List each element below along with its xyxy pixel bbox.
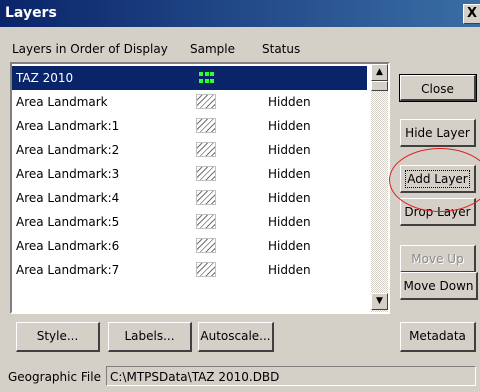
layer-row[interactable]: Area Landmark:3 Hidden [12, 162, 367, 186]
layer-row[interactable]: Area Landmark:4 Hidden [12, 186, 367, 210]
sample-hatch-icon [196, 262, 216, 277]
scroll-thumb[interactable] [371, 81, 388, 91]
scroll-up-arrow-icon[interactable]: ▲ [371, 64, 388, 81]
layer-name: TAZ 2010 [16, 71, 74, 85]
move-down-button[interactable]: Move Down [400, 272, 478, 300]
hide-layer-button[interactable]: Hide Layer [400, 119, 476, 147]
layer-name: Area Landmark:6 [16, 239, 120, 253]
layer-row[interactable]: Area Landmark Hidden [12, 90, 367, 114]
layer-status: Hidden [268, 143, 311, 157]
layer-status: Hidden [268, 215, 311, 229]
layer-status: Hidden [268, 119, 311, 133]
layer-status: Hidden [268, 95, 311, 109]
sample-green-dots-icon [196, 70, 216, 85]
layer-name: Area Landmark:7 [16, 263, 120, 277]
dialog-title: Layers [5, 5, 57, 21]
move-down-label: Move Down [403, 279, 474, 293]
layer-name: Area Landmark:1 [16, 119, 120, 133]
layer-row[interactable]: Area Landmark:2 Hidden [12, 138, 367, 162]
sample-hatch-icon [196, 142, 216, 157]
hide-layer-label: Hide Layer [405, 126, 470, 140]
autoscale-label: Autoscale... [200, 329, 271, 343]
column-header-sample: Sample [190, 42, 235, 56]
layer-status: Hidden [268, 263, 311, 277]
autoscale-button[interactable]: Autoscale... [198, 322, 274, 352]
sample-hatch-icon [196, 214, 216, 229]
title-bar: Layers X [0, 0, 480, 27]
metadata-button[interactable]: Metadata [400, 322, 476, 352]
close-icon[interactable]: X [463, 4, 480, 24]
style-button[interactable]: Style... [16, 322, 100, 352]
labels-button[interactable]: Labels... [108, 322, 192, 352]
layer-name: Area Landmark:3 [16, 167, 120, 181]
metadata-label: Metadata [409, 329, 466, 343]
layer-row[interactable]: Area Landmark:6 Hidden [12, 234, 367, 258]
geographic-file-label: Geographic File [8, 370, 101, 384]
vertical-scrollbar[interactable]: ▲ ▼ [371, 64, 388, 312]
style-label: Style... [36, 329, 79, 343]
geographic-file-field: C:\MTPSData\TAZ 2010.DBD [106, 366, 476, 386]
sample-hatch-icon [196, 94, 216, 109]
layer-status: Hidden [268, 167, 311, 181]
layer-row[interactable]: Area Landmark:5 Hidden [12, 210, 367, 234]
layer-name: Area Landmark:5 [16, 215, 120, 229]
layer-row[interactable]: TAZ 2010 [12, 66, 367, 90]
move-up-label: Move Up [411, 252, 464, 266]
highlight-oval [389, 148, 480, 212]
column-header-name: Layers in Order of Display [12, 42, 168, 56]
layer-row[interactable]: Area Landmark:1 Hidden [12, 114, 367, 138]
column-header-status: Status [262, 42, 301, 56]
layer-status: Hidden [268, 239, 311, 253]
sample-hatch-icon [196, 166, 216, 181]
close-button[interactable]: Close [399, 74, 477, 102]
layers-dialog: Layers X Layers in Order of Display Samp… [0, 0, 480, 392]
layer-name: Area Landmark [16, 95, 108, 109]
close-button-label: Close [421, 82, 454, 96]
layer-status: Hidden [268, 191, 311, 205]
layer-name: Area Landmark:4 [16, 191, 120, 205]
sample-hatch-icon [196, 118, 216, 133]
layer-row[interactable]: Area Landmark:7 Hidden [12, 258, 367, 282]
move-up-button[interactable]: Move Up [400, 245, 476, 273]
sample-hatch-icon [196, 238, 216, 253]
sample-hatch-icon [196, 190, 216, 205]
labels-label: Labels... [124, 329, 175, 343]
scroll-down-arrow-icon[interactable]: ▼ [371, 293, 388, 310]
layer-name: Area Landmark:2 [16, 143, 120, 157]
layers-list[interactable]: TAZ 2010 Area Landmark Hidden Area Landm… [10, 62, 390, 314]
